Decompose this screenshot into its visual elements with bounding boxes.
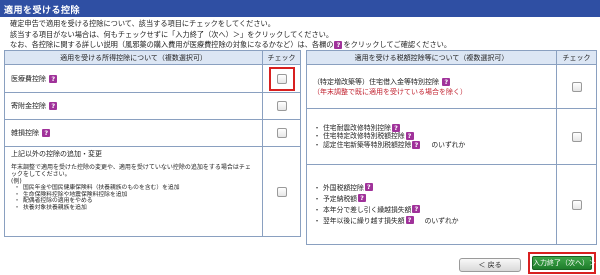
foreign-tax-checkbox[interactable] <box>571 199 582 210</box>
help-icon[interactable]: ? <box>405 132 414 141</box>
back-button[interactable]: ＜ 戻る <box>459 258 521 272</box>
housing-loan-note: （年末調整で既に適用を受けている場合を除く） <box>313 87 467 96</box>
casualty-help-icon[interactable]: ? <box>42 129 51 137</box>
medical-expense-checkbox[interactable] <box>276 73 287 84</box>
list-item: ・住宅特定改修特別税額控除? <box>311 132 556 141</box>
instruction-line-3-tail: をクリックしてご確認ください。 <box>343 40 452 49</box>
help-icon: ? <box>334 41 343 49</box>
help-icon[interactable]: ? <box>405 215 414 224</box>
help-icon[interactable]: ? <box>412 140 421 149</box>
help-icon[interactable]: ? <box>364 182 373 191</box>
other-deductions-description: 年末調整で適用を受けた控除の変更や、適用を受けていない控除の追加をする場合はチェ… <box>11 164 262 211</box>
donation-help-icon[interactable]: ? <box>49 102 58 110</box>
help-icon[interactable]: ? <box>412 204 421 213</box>
list-item: ・住宅耐震改修特別控除? <box>311 123 556 133</box>
other-desc-line-1: 年末調整で適用を受けた控除の変更や、適用を受けていない控除の追加をする場合はチェ <box>11 164 251 171</box>
list-item: ・翌年以後に繰り越す損失額? のいずれか <box>313 215 459 225</box>
housing-loan-help-icon[interactable]: ? <box>442 77 451 86</box>
instruction-line-1: 確定申告で適用を受ける控除について、該当する項目にチェックをしてください。 <box>10 19 275 28</box>
housing-loan-label: （特定増改築等）住宅借入金等特別控除 <box>313 77 439 86</box>
list-item: ・扶養対象扶養親族を追加 <box>14 204 87 211</box>
donation-deduction-row: 寄附金控除 ? <box>4 92 263 120</box>
medical-expense-deduction-row: 医療費控除 ? <box>4 64 263 93</box>
list-item: ・外国税額控除? <box>311 182 556 194</box>
either-suffix: のいずれか <box>424 216 459 225</box>
income-deductions-header: 適用を受ける所得控除について（複数選択可） <box>4 50 263 65</box>
casualty-loss-checkbox[interactable] <box>276 128 287 138</box>
finish-input-next-button[interactable]: 入力終了（次へ）＞ <box>532 256 596 270</box>
next-button-highlight: 入力終了（次へ）＞ <box>528 252 596 274</box>
medical-checkbox-highlight <box>268 66 295 91</box>
list-item: ・予定納税額? <box>311 193 556 205</box>
instruction-line-2: 該当する項目がない場合は、何もチェックせずに「入力終了（次へ）＞」をクリックして… <box>10 29 334 39</box>
casualty-loss-label: 雑損控除 <box>11 129 39 137</box>
help-icon[interactable]: ? <box>357 193 366 202</box>
instructions: 確定申告で適用を受ける控除について、該当する項目にチェックをしてください。 該当… <box>10 19 595 51</box>
donation-checkbox[interactable] <box>276 101 287 111</box>
list-item: ・配偶者控除の適用をやめる <box>14 198 93 205</box>
income-deductions-table: 適用を受ける所得控除について（複数選択可） チェック 医療費控除 ? 寄附金控除… <box>4 50 301 237</box>
casualty-loss-deduction-row: 雑損控除 ? <box>4 119 263 147</box>
list-item: ・国民年金や国民健康保険料（扶養親族のものを含む）を追加 <box>14 185 180 191</box>
medical-help-icon[interactable]: ? <box>49 74 58 83</box>
other-deductions-title: 上記以外の控除の追加・変更 <box>11 150 102 158</box>
housing-loan-credit-row: （特定増改築等）住宅借入金等特別控除 ? （年末調整で既に適用を受けている場合を… <box>306 64 557 109</box>
housing-loan-checkbox[interactable] <box>571 81 582 92</box>
medical-expense-label: 医療費控除 <box>11 74 46 83</box>
donation-label: 寄附金控除 <box>11 102 46 110</box>
housing-renovation-checkbox[interactable] <box>571 131 582 142</box>
other-desc-line-2: ックをしてください。 <box>11 171 71 178</box>
instruction-line-3-text: なお、各控除に関する詳しい説明（風邪薬の購入費用が医療費控除の対象になるかなど）… <box>10 40 334 49</box>
check-column-header: チェック <box>262 50 301 65</box>
instruction-line-3: なお、各控除に関する詳しい説明（風邪薬の購入費用が医療費控除の対象になるかなど）… <box>10 40 595 51</box>
housing-renovation-credit-row: ・住宅耐震改修特別控除? ・住宅特定改修特別税額控除? ・認定住宅新築等特別税額… <box>306 108 557 165</box>
tax-credits-header: 適用を受ける税額控除等について（複数選択可） <box>306 50 557 65</box>
other-deductions-row: 上記以外の控除の追加・変更 年末調整で適用を受けた控除の変更や、適用を受けていな… <box>4 146 263 237</box>
page-title: 適用を受ける控除 <box>0 0 600 17</box>
list-item: ・本年分で差し引く繰越損失額? <box>311 204 556 216</box>
either-suffix: のいずれか <box>431 140 466 149</box>
check-column-header: チェック <box>556 50 597 65</box>
list-item: ・認定住宅新築等特別税額控除? のいずれか <box>313 140 466 149</box>
foreign-tax-credit-row: ・外国税額控除? ・予定納税額? ・本年分で差し引く繰越損失額? ・翌年以後に繰… <box>306 164 557 245</box>
tax-credits-table: 適用を受ける税額控除等について（複数選択可） チェック （特定増改築等）住宅借入… <box>306 50 597 245</box>
other-example-label: (例) <box>11 178 22 185</box>
other-deductions-checkbox[interactable] <box>276 186 287 197</box>
help-icon[interactable]: ? <box>391 123 400 132</box>
